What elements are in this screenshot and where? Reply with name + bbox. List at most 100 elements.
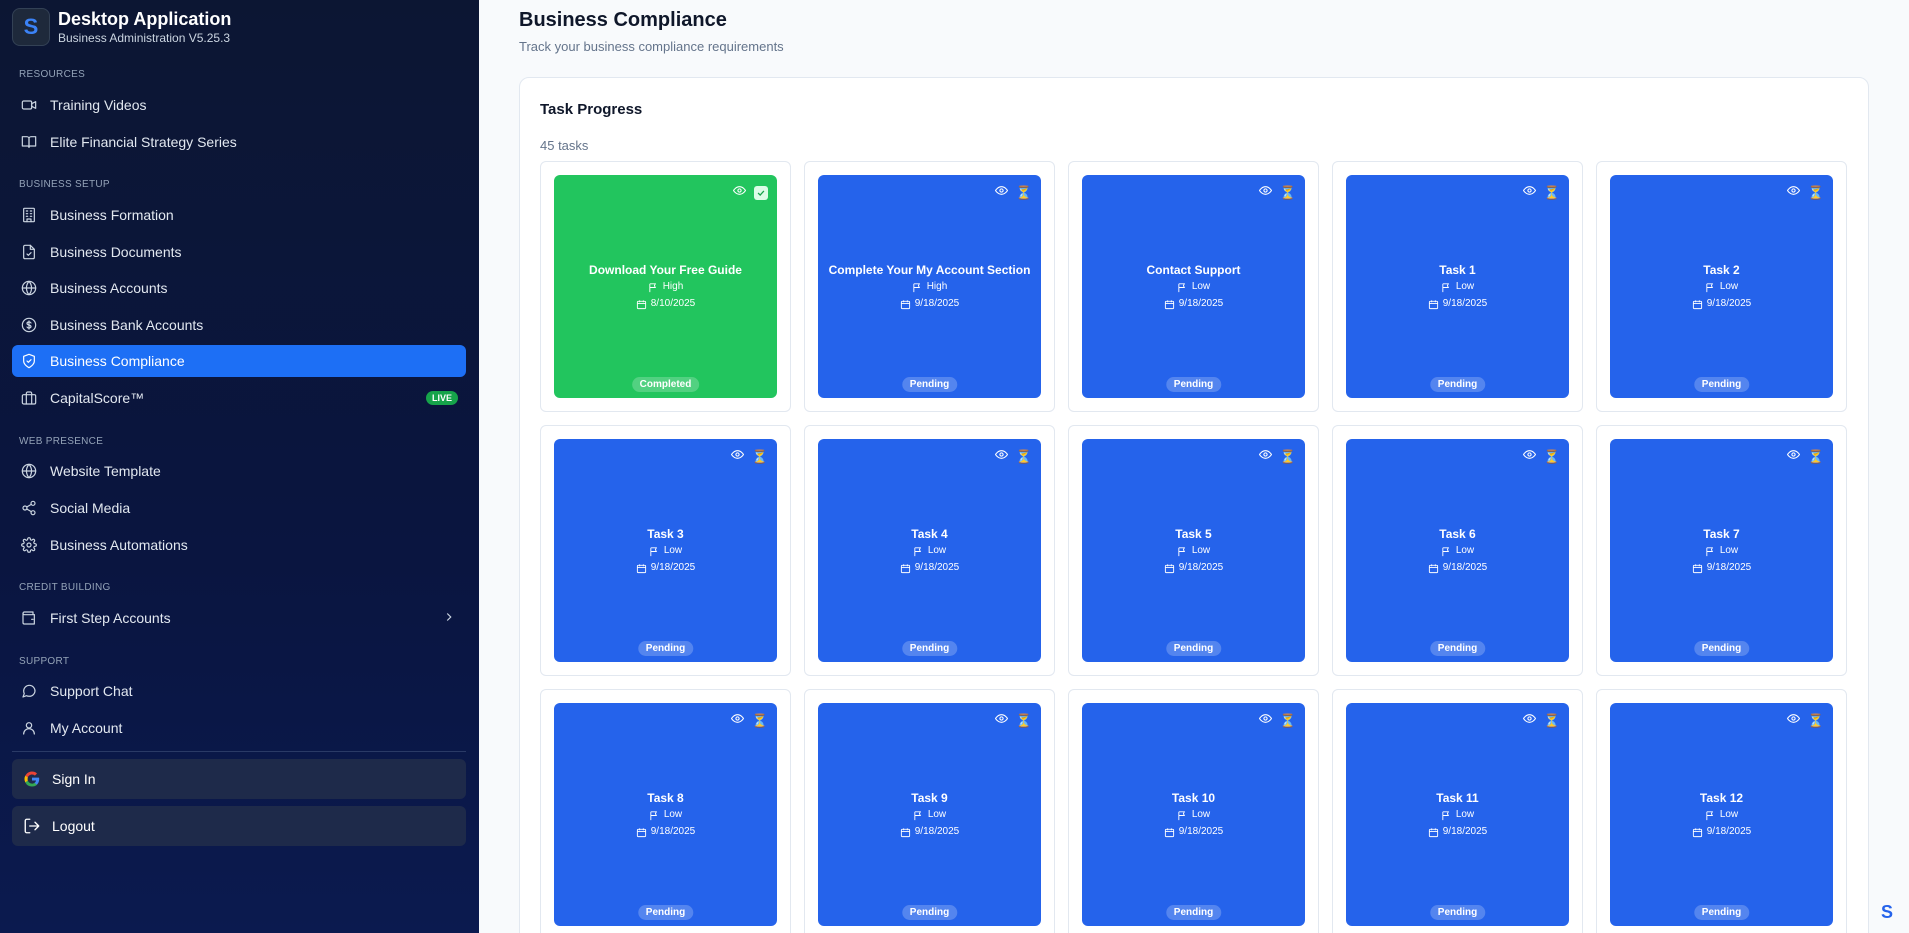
eye-icon[interactable] [994,712,1008,730]
date-label: 9/18/2025 [1442,562,1488,573]
task-priority: Low [1082,807,1305,823]
task-date: 9/18/2025 [1082,296,1305,312]
task-priority: Low [1346,543,1569,559]
task-title: Task 7 [1703,527,1740,541]
task-card[interactable]: ⏳ Task 6 Low 9/18/2025 Pending [1332,425,1583,676]
task-priority: High [818,279,1041,295]
task-title: Task 8 [647,791,684,805]
task-grid: Download Your Free Guide High 8/10/2025 Com… [540,161,1847,933]
task-card[interactable]: ⏳ Task 1 Low 9/18/2025 Pending [1332,161,1583,412]
eye-icon[interactable] [730,712,744,730]
task-card[interactable]: ⏳ Task 8 Low 9/18/2025 Pending [540,689,791,933]
sidebar-item-training-videos[interactable]: Training Videos [12,89,466,121]
status-badge: Pending [1693,905,1750,920]
task-title: Task 9 [911,791,948,805]
priority-label: High [662,281,684,292]
task-tile[interactable]: ⏳ Task 9 Low 9/18/2025 Pending [818,703,1041,926]
task-tile[interactable]: ⏳ Task 12 Low 9/18/2025 Pending [1610,703,1833,926]
hourglass-icon: ⏳ [1543,449,1560,464]
task-tile[interactable]: ⏳ Task 3 Low 9/18/2025 Pending [554,439,777,662]
task-actions: ⏳ [1786,448,1824,466]
eye-icon[interactable] [730,448,744,466]
task-card[interactable]: ⏳ Task 9 Low 9/18/2025 Pending [804,689,1055,933]
task-date: 9/18/2025 [818,296,1041,312]
hourglass-icon: ⏳ [1015,713,1032,728]
sidebar-item-business-automations[interactable]: Business Automations [12,529,466,561]
date-label: 8/10/2025 [650,298,696,309]
sidebar-item-business-accounts[interactable]: Business Accounts [12,272,466,304]
task-count: 45 tasks [540,138,589,153]
priority-label: Low [927,545,947,556]
eye-icon[interactable] [1522,184,1536,202]
task-tile[interactable]: ⏳ Task 10 Low 9/18/2025 Pending [1082,703,1305,926]
task-actions: ⏳ [1786,184,1824,202]
status-badge: Pending [901,905,958,920]
checkbox-checked-icon[interactable] [754,186,768,200]
task-tile[interactable]: ⏳ Task 4 Low 9/18/2025 Pending [818,439,1041,662]
sidebar-item-label: First Step Accounts [50,610,171,626]
sidebar-item-support-chat[interactable]: Support Chat [12,675,466,707]
task-card[interactable]: ⏳ Task 4 Low 9/18/2025 Pending [804,425,1055,676]
task-tile[interactable]: ⏳ Task 7 Low 9/18/2025 Pending [1610,439,1833,662]
task-card[interactable]: ⏳ Task 3 Low 9/18/2025 Pending [540,425,791,676]
panel-title: Task Progress [540,101,643,118]
task-card[interactable]: ⏳ Task 5 Low 9/18/2025 Pending [1068,425,1319,676]
eye-icon[interactable] [1258,448,1272,466]
sidebar-item-business-bank-accounts[interactable]: Business Bank Accounts [12,309,466,341]
task-card[interactable]: ⏳ Task 12 Low 9/18/2025 Pending [1596,689,1847,933]
eye-icon[interactable] [1522,712,1536,730]
sidebar-item-social-media[interactable]: Social Media [12,492,466,524]
task-actions: ⏳ [1258,448,1296,466]
date-label: 9/18/2025 [1178,562,1224,573]
task-tile[interactable]: ⏳ Complete Your My Account Section High 9/1… [818,175,1041,398]
task-tile[interactable]: Download Your Free Guide High 8/10/2025 Com… [554,175,777,398]
sidebar-item-business-compliance[interactable]: Business Compliance [12,345,466,377]
sign-in-button[interactable]: Sign In [12,759,466,799]
sidebar-item-first-step-accounts[interactable]: First Step Accounts [12,602,466,634]
calendar-icon [900,299,911,310]
task-card[interactable]: ⏳ Complete Your My Account Section High 9/1… [804,161,1055,412]
sidebar-item-business-documents[interactable]: Business Documents [12,236,466,268]
hourglass-icon: ⏳ [1543,185,1560,200]
task-actions: ⏳ [1522,448,1560,466]
eye-icon[interactable] [732,184,747,202]
task-card[interactable]: ⏳ Contact Support Low 9/18/2025 Pending [1068,161,1319,412]
eye-icon[interactable] [1786,448,1800,466]
eye-icon[interactable] [994,184,1008,202]
status-badge: Pending [637,905,694,920]
task-tile[interactable]: ⏳ Contact Support Low 9/18/2025 Pending [1082,175,1305,398]
eye-icon[interactable] [1786,712,1800,730]
eye-icon[interactable] [994,448,1008,466]
task-tile[interactable]: ⏳ Task 11 Low 9/18/2025 Pending [1346,703,1569,926]
sidebar-item-capitalscore[interactable]: CapitalScore™ LIVE [12,382,466,414]
sidebar-item-business-formation[interactable]: Business Formation [12,199,466,231]
task-card[interactable]: Download Your Free Guide High 8/10/2025 Com… [540,161,791,412]
task-tile[interactable]: ⏳ Task 6 Low 9/18/2025 Pending [1346,439,1569,662]
calendar-icon [636,299,647,310]
logout-button[interactable]: Logout [12,806,466,846]
task-card[interactable]: ⏳ Task 7 Low 9/18/2025 Pending [1596,425,1847,676]
google-icon [22,769,42,789]
task-date: 9/18/2025 [1082,560,1305,576]
sidebar-item-website-template[interactable]: Website Template [12,455,466,487]
task-card[interactable]: ⏳ Task 2 Low 9/18/2025 Pending [1596,161,1847,412]
hourglass-icon: ⏳ [1279,449,1296,464]
task-tile[interactable]: ⏳ Task 1 Low 9/18/2025 Pending [1346,175,1569,398]
calendar-icon [900,827,911,838]
eye-icon[interactable] [1258,184,1272,202]
eye-icon[interactable] [1258,712,1272,730]
task-tile[interactable]: ⏳ Task 5 Low 9/18/2025 Pending [1082,439,1305,662]
sidebar-item-label: Website Template [50,463,161,479]
priority-label: Low [1191,809,1211,820]
sidebar-item-my-account[interactable]: My Account [12,712,466,744]
task-tile[interactable]: ⏳ Task 2 Low 9/18/2025 Pending [1610,175,1833,398]
task-card[interactable]: ⏳ Task 11 Low 9/18/2025 Pending [1332,689,1583,933]
task-actions: ⏳ [730,712,768,730]
task-priority: Low [554,807,777,823]
task-tile[interactable]: ⏳ Task 8 Low 9/18/2025 Pending [554,703,777,926]
sidebar-item-elite-series[interactable]: Elite Financial Strategy Series [12,126,466,158]
task-card[interactable]: ⏳ Task 10 Low 9/18/2025 Pending [1068,689,1319,933]
task-title: Task 4 [911,527,948,541]
eye-icon[interactable] [1786,184,1800,202]
eye-icon[interactable] [1522,448,1536,466]
